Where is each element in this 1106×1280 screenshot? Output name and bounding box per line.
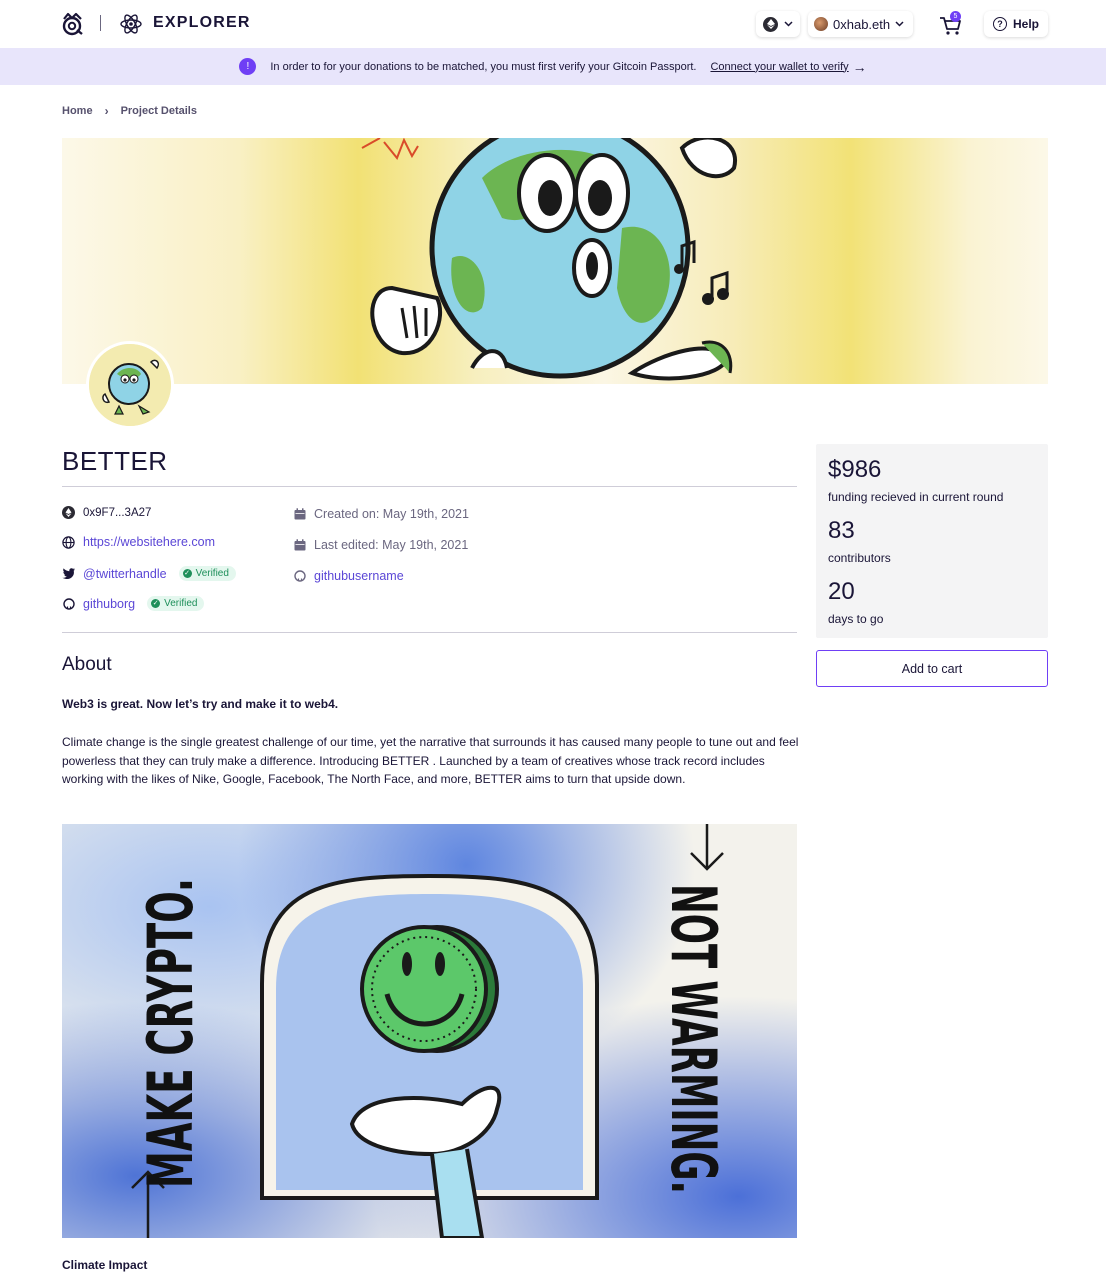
verified-label: Verified	[195, 568, 229, 579]
chevron-right-icon: ›	[104, 104, 109, 118]
contributors-count: 83	[828, 517, 855, 544]
project-logo	[86, 341, 174, 429]
help-label: Help	[1012, 17, 1039, 31]
project-website: https://websitehere.com	[62, 535, 215, 549]
project-banner-image	[62, 138, 1048, 384]
contributors-label: contributors	[828, 551, 891, 565]
github-icon	[293, 570, 306, 583]
wallet-avatar	[814, 17, 828, 31]
github-icon	[62, 597, 75, 610]
info-icon: !	[239, 58, 257, 75]
logo-divider	[100, 15, 101, 31]
top-navbar: EXPLORER 0xhab.eth 5 ? Help	[0, 0, 1106, 48]
explorer-atom-icon	[120, 14, 142, 34]
created-text: Created on: May 19th, 2021	[314, 507, 469, 521]
arrow-right-icon: →	[852, 58, 867, 75]
passport-notice-banner: ! In order to for your donations to be m…	[0, 48, 1106, 85]
project-edited-date: Last edited: May 19th, 2021	[293, 538, 468, 552]
calendar-icon	[293, 508, 306, 521]
wallet-name: 0xhab.eth	[833, 16, 891, 32]
project-address: 0x9F7...3A27	[62, 506, 151, 519]
make-crypto-not-warming-poster: MAKE CRYPTO. NOT WARMING.	[131, 824, 730, 1238]
poster-left-text: MAKE CRYPTO.	[134, 878, 207, 1188]
days-remaining: 20	[828, 578, 855, 605]
project-github-org: githuborg ✓ Verified	[62, 596, 205, 611]
check-icon: ✓	[151, 599, 161, 608]
twitter-link[interactable]: @twitterhandle	[83, 567, 167, 581]
address-text: 0x9F7...3A27	[83, 506, 152, 519]
breadcrumb-home[interactable]: Home	[62, 105, 93, 117]
project-title: BETTER	[62, 446, 168, 476]
breadcrumb: Home › Project Details	[62, 104, 197, 118]
twitter-icon	[62, 567, 75, 580]
cart-count-badge: 5	[950, 11, 961, 22]
notice-message: In order to for your donations to be mat…	[270, 60, 697, 73]
chevron-down-icon	[784, 19, 793, 30]
wallet-menu-button[interactable]: 0xhab.eth	[808, 11, 913, 37]
details-divider	[62, 632, 797, 633]
calendar-icon	[293, 539, 306, 552]
about-description: Climate change is the single greatest ch…	[62, 735, 799, 787]
website-link[interactable]: https://websitehere.com	[83, 535, 215, 549]
connect-wallet-link[interactable]: Connect your wallet to verify	[710, 61, 848, 73]
verified-label: Verified	[164, 598, 198, 609]
gitcoin-logo-icon[interactable]	[60, 10, 86, 36]
earth-mascot-illustration	[361, 138, 738, 381]
title-divider	[62, 486, 797, 487]
project-twitter: @twitterhandle ✓ Verified	[62, 566, 236, 581]
ethereum-icon	[763, 16, 778, 32]
github-verified-badge: ✓ Verified	[147, 596, 205, 611]
ethereum-icon	[62, 506, 75, 519]
network-selector[interactable]	[756, 11, 800, 37]
project-poster-image: MAKE CRYPTO. NOT WARMING.	[62, 824, 797, 1238]
github-org-link[interactable]: githuborg	[83, 597, 135, 611]
check-icon: ✓	[182, 569, 192, 578]
poster-right-text: NOT WARMING.	[657, 884, 730, 1194]
about-heading: About	[62, 654, 112, 675]
project-github-user: githubusername	[293, 569, 404, 583]
help-button[interactable]: ? Help	[984, 11, 1048, 37]
github-user-link[interactable]: githubusername	[314, 569, 404, 583]
about-tagline: Web3 is great. Now let’s try and make it…	[62, 697, 339, 711]
question-icon: ?	[992, 17, 1007, 31]
funding-label: funding recieved in current round	[828, 490, 1004, 504]
funding-stats-card: $986 funding recieved in current round 8…	[816, 444, 1048, 638]
edited-text: Last edited: May 19th, 2021	[314, 538, 469, 552]
breadcrumb-current: Project Details	[120, 105, 197, 117]
project-created-date: Created on: May 19th, 2021	[293, 507, 469, 521]
climate-impact-heading: Climate Impact	[62, 1258, 148, 1272]
add-to-cart-button[interactable]: Add to cart	[816, 650, 1048, 687]
chevron-down-icon	[895, 19, 904, 30]
earth-mascot-logo-icon	[89, 344, 171, 426]
funding-amount: $986	[828, 456, 882, 483]
twitter-verified-badge: ✓ Verified	[178, 566, 236, 581]
globe-icon	[62, 535, 75, 549]
days-label: days to go	[828, 612, 884, 626]
brand-title[interactable]: EXPLORER	[153, 14, 251, 32]
